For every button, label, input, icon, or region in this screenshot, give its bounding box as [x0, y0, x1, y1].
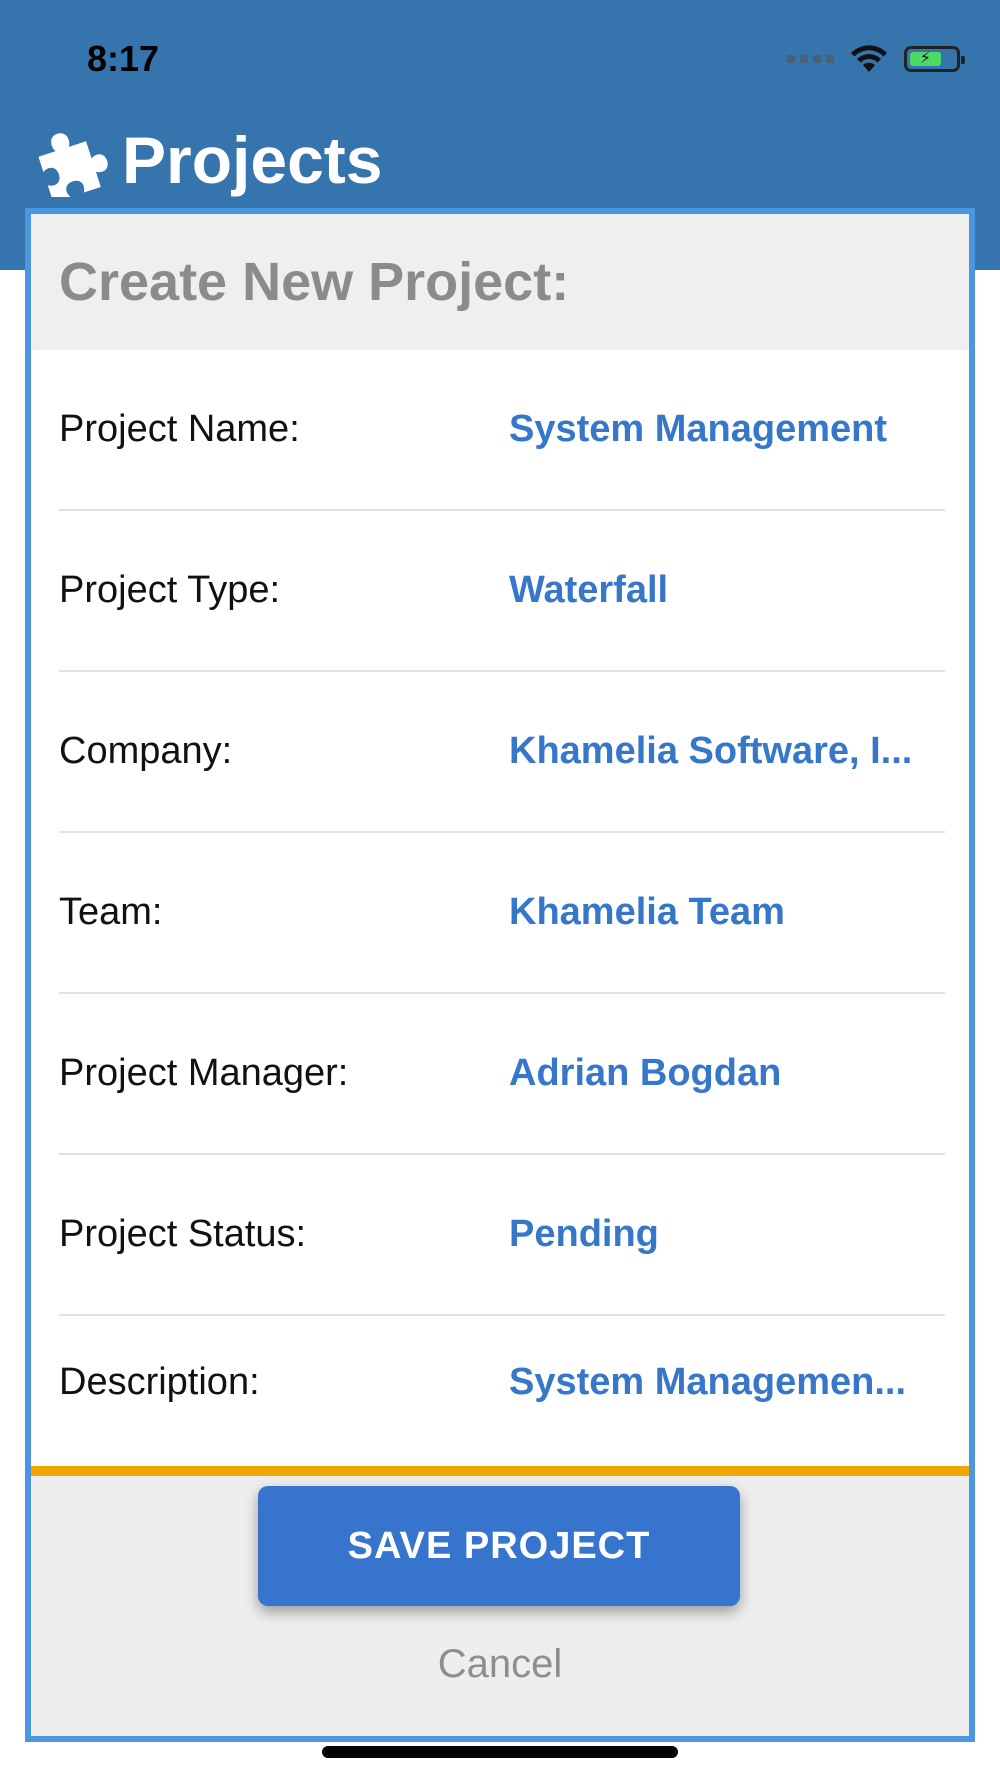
- app-bar: Projects: [34, 118, 382, 202]
- company-value[interactable]: Khamelia Software, I...: [509, 730, 945, 773]
- field-label: Project Manager:: [59, 1052, 349, 1094]
- field-label: Description:: [59, 1360, 260, 1403]
- home-indicator[interactable]: [322, 1746, 678, 1758]
- field-label: Project Type:: [59, 569, 281, 611]
- accent-divider: [31, 1466, 969, 1476]
- create-project-dialog: Create New Project: Project Name: System…: [25, 208, 975, 1742]
- field-label: Team:: [59, 891, 163, 933]
- signal-icon: [787, 55, 834, 63]
- team-value[interactable]: Khamelia Team: [509, 891, 945, 934]
- field-row-company[interactable]: Company: Khamelia Software, I...: [59, 672, 945, 833]
- dialog-header: Create New Project:: [31, 214, 969, 350]
- cancel-button[interactable]: Cancel: [31, 1642, 969, 1687]
- field-row-project-status[interactable]: Project Status: Pending: [59, 1155, 945, 1316]
- field-label: Project Status:: [59, 1213, 307, 1255]
- field-label: Project Name:: [59, 408, 300, 450]
- field-list: Project Name: System Management Project …: [31, 350, 969, 1456]
- field-row-description[interactable]: Description: System Managemen...: [59, 1316, 945, 1456]
- field-row-project-manager[interactable]: Project Manager: Adrian Bogdan: [59, 994, 945, 1155]
- puzzle-piece-icon: [38, 133, 108, 197]
- description-value[interactable]: System Managemen...: [509, 1361, 945, 1404]
- project-name-value[interactable]: System Management: [509, 408, 945, 451]
- save-project-button[interactable]: SAVE PROJECT: [258, 1486, 740, 1606]
- field-label: Company:: [59, 730, 233, 772]
- dialog-footer: SAVE PROJECT Cancel: [31, 1466, 969, 1736]
- status-icons: ⚡: [787, 42, 965, 76]
- project-status-value[interactable]: Pending: [509, 1213, 945, 1256]
- field-row-team[interactable]: Team: Khamelia Team: [59, 833, 945, 994]
- project-manager-value[interactable]: Adrian Bogdan: [509, 1052, 945, 1095]
- field-row-project-type[interactable]: Project Type: Waterfall: [59, 511, 945, 672]
- status-time: 8:17: [87, 38, 160, 79]
- dialog-title: Create New Project:: [59, 252, 570, 312]
- app-title: Projects: [122, 123, 383, 197]
- battery-charging-icon: ⚡: [904, 46, 965, 72]
- wifi-icon: [851, 45, 887, 72]
- field-row-project-name[interactable]: Project Name: System Management: [59, 350, 945, 511]
- project-type-value[interactable]: Waterfall: [509, 569, 945, 612]
